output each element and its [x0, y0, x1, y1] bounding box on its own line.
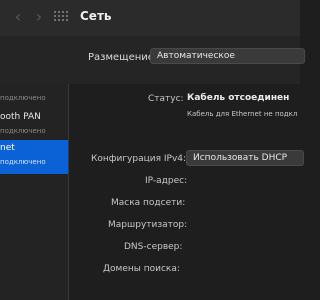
sidebar: подключено ooth PAN подключено net подкл…: [0, 84, 69, 300]
status-value: Кабель отсоединен: [187, 93, 290, 103]
dns-server-label: DNS-сервер:: [124, 242, 183, 252]
sidebar-item-status: подключено: [0, 94, 46, 102]
sidebar-item-0[interactable]: подключено: [0, 94, 46, 102]
sidebar-item-ethernet[interactable]: net подключено: [0, 140, 68, 174]
subnet-mask-label: Маска подсети:: [111, 198, 186, 208]
status-label: Статус:: [148, 94, 184, 104]
title-bar: ‹ › Сеть: [0, 0, 300, 36]
chevron-left-icon[interactable]: ‹: [11, 8, 25, 26]
ipv4-config-select[interactable]: Использовать DHCP: [186, 150, 304, 166]
search-domains-label: Домены поиска:: [103, 264, 180, 274]
placement-label: Размещение:: [88, 52, 158, 63]
ipv4-config-label: Конфигурация IPv4:: [91, 154, 187, 164]
status-description: Кабель для Ethernet не подкл: [187, 110, 298, 118]
sidebar-item-status: подключено: [0, 127, 46, 135]
sidebar-item-label: ooth PAN: [0, 112, 41, 122]
sidebar-item-label: net: [0, 143, 15, 153]
chevron-right-icon[interactable]: ›: [32, 8, 46, 26]
details-panel: Статус: Кабель отсоединен Кабель для Eth…: [69, 84, 304, 300]
grid-icon[interactable]: [54, 11, 68, 23]
window-title: Сеть: [80, 9, 112, 23]
location-row: Размещение: Автоматическое: [0, 36, 305, 84]
ipv4-config-value: Использовать DHCP: [193, 153, 288, 163]
placement-select[interactable]: Автоматическое: [150, 48, 305, 64]
sidebar-item-status: подключено: [0, 158, 46, 166]
ip-address-label: IP-адрес:: [145, 176, 188, 186]
router-label: Маршрутизатор:: [108, 220, 188, 230]
